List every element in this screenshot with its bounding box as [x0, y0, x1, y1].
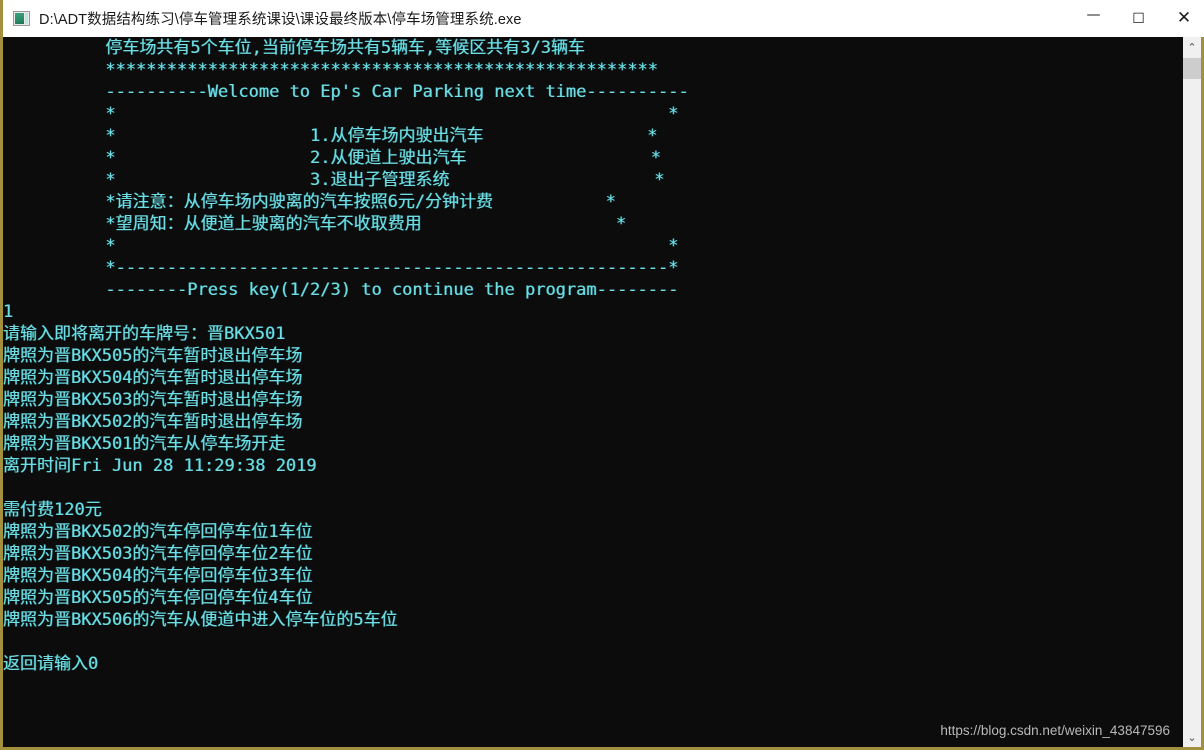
titlebar-left: D:\ADT数据结构练习\停车管理系统课设\课设最终版本\停车场管理系统.exe — [3, 8, 1071, 29]
scroll-down-icon[interactable]: ⌄ — [1183, 727, 1201, 747]
icon-strip — [25, 13, 28, 24]
scrollbar-thumb[interactable] — [1183, 58, 1201, 79]
close-button[interactable]: ✕ — [1161, 0, 1204, 37]
console-output-area[interactable]: 停车场共有5个车位,当前停车场共有5辆车,等候区共有3/3辆车 ********… — [3, 37, 1198, 747]
window-title: D:\ADT数据结构练习\停车管理系统课设\课设最终版本\停车场管理系统.exe — [39, 12, 522, 28]
scroll-up-icon[interactable]: ⌃ — [1183, 37, 1201, 57]
icon-screen — [15, 13, 24, 24]
maximize-icon: ☐ — [1132, 10, 1145, 27]
window-titlebar[interactable]: D:\ADT数据结构练习\停车管理系统课设\课设最终版本\停车场管理系统.exe… — [3, 0, 1204, 37]
console-window: D:\ADT数据结构练习\停车管理系统课设\课设最终版本\停车场管理系统.exe… — [0, 0, 1204, 750]
window-controls: — ☐ ✕ — [1071, 0, 1204, 37]
minimize-button[interactable]: — — [1071, 0, 1116, 37]
maximize-button[interactable]: ☐ — [1116, 0, 1161, 37]
vertical-scrollbar[interactable]: ⌃ ⌄ — [1183, 37, 1201, 747]
console-app-icon — [13, 11, 30, 26]
watermark-url: https://blog.csdn.net/weixin_43847596 — [940, 723, 1170, 738]
console-text: 停车场共有5个车位,当前停车场共有5辆车,等候区共有3/3辆车 ********… — [3, 38, 689, 674]
close-icon: ✕ — [1176, 8, 1192, 28]
minimize-icon: — — [1086, 6, 1101, 23]
